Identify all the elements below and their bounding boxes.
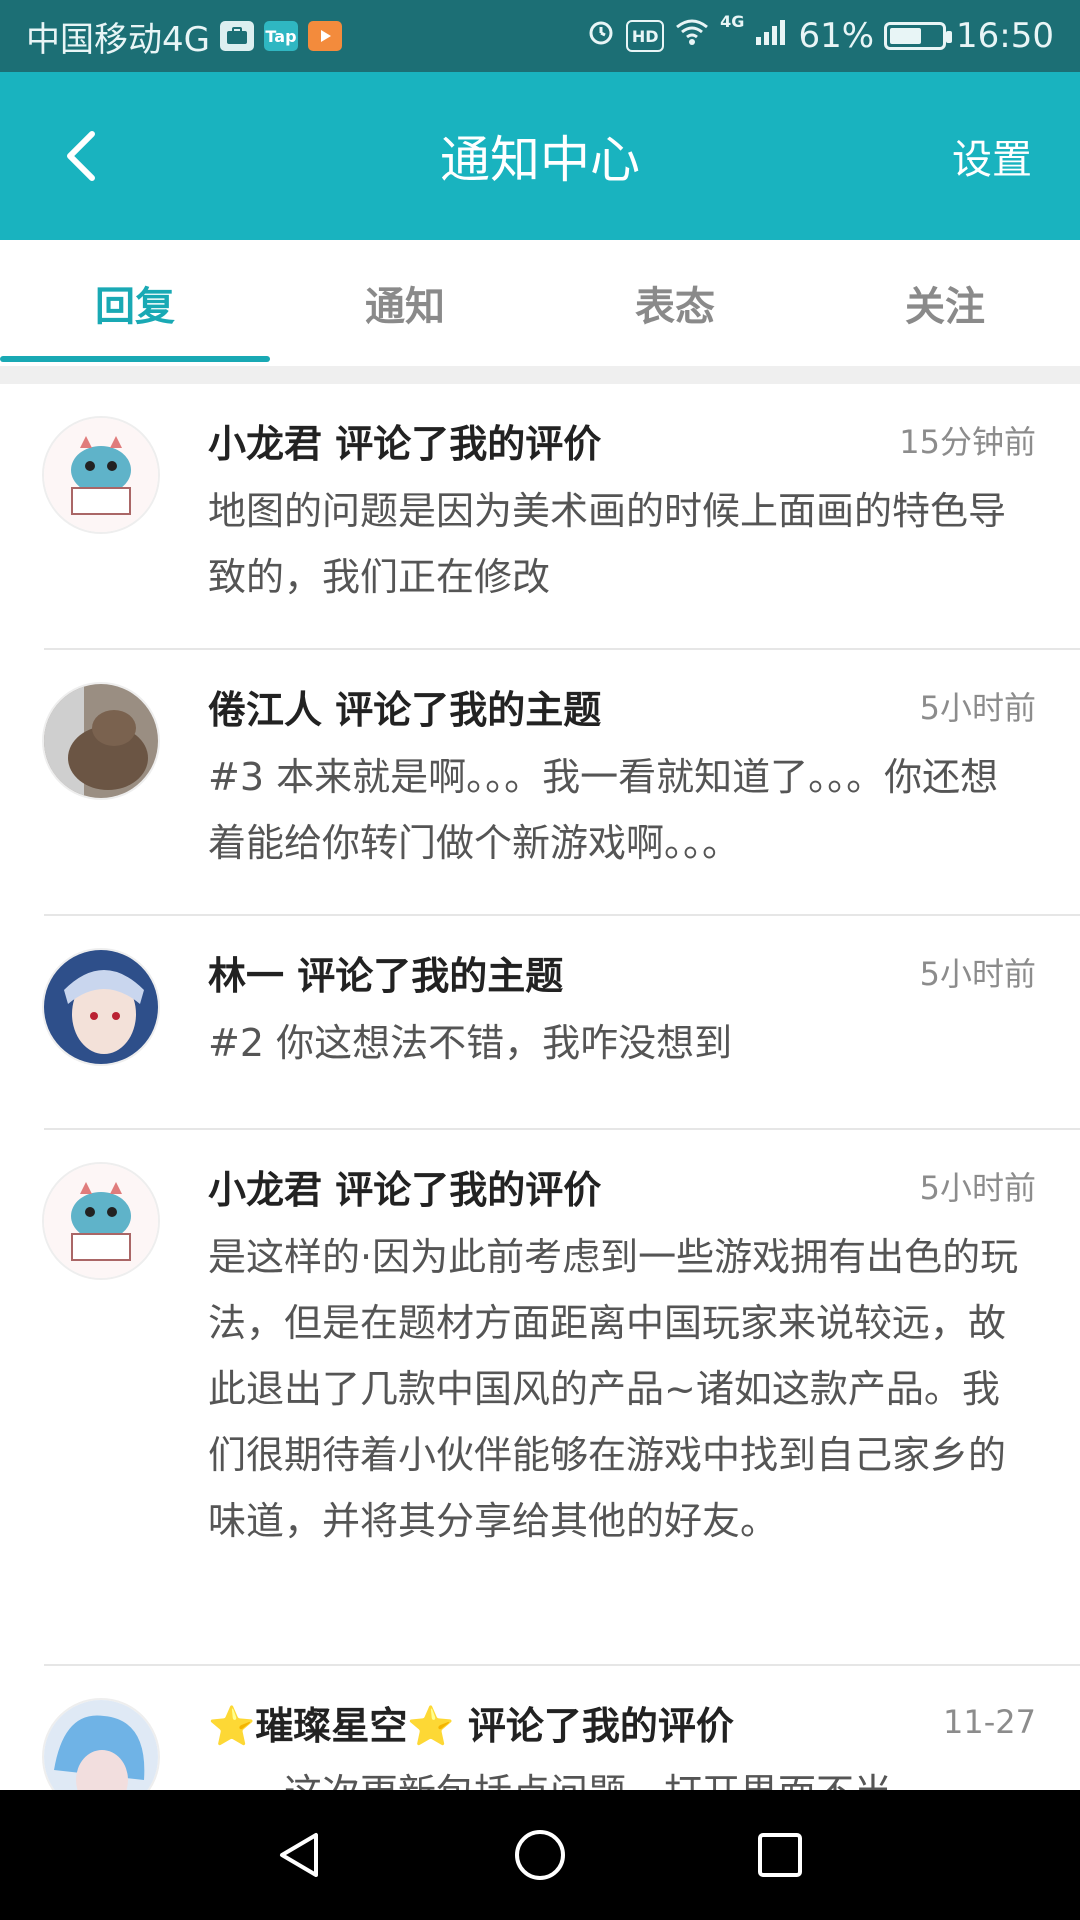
notification-list[interactable]: 小龙君 评论了我的评价 15分钟前 地图的问题是因为美术画的时候上面画的特色导致… bbox=[0, 384, 1080, 1790]
item-head: 倦江人 评论了我的主题 5小时前 bbox=[208, 676, 1036, 736]
dragon-avatar-icon bbox=[44, 1164, 158, 1278]
blue-hair-avatar-icon bbox=[44, 1700, 158, 1790]
tab-follow[interactable]: 关注 bbox=[810, 240, 1080, 366]
status-right: HD 4G 61% 16:50 bbox=[586, 0, 1054, 72]
wifi-icon bbox=[674, 16, 710, 56]
play-icon bbox=[307, 21, 342, 51]
item-content: 林一 评论了我的主题 5小时前 #2 你这想法不错，我咋没想到 bbox=[208, 942, 1036, 1076]
message-text: 是这样的·因为此前考虑到一些游戏拥有出色的玩法，但是在题材方面距离中国玩家来说较… bbox=[208, 1235, 1019, 1543]
list-item[interactable]: 小龙君 评论了我的评价 15分钟前 地图的问题是因为美术画的时候上面画的特色导致… bbox=[0, 384, 1080, 650]
cat-avatar-icon bbox=[44, 684, 158, 798]
back-button[interactable] bbox=[40, 116, 120, 196]
tab-label: 通知 bbox=[365, 284, 445, 330]
timestamp: 5小时前 bbox=[919, 955, 1036, 993]
avatar[interactable] bbox=[42, 416, 160, 534]
item-head: ⭐璀璨星空⭐ 评论了我的评价 11-27 bbox=[208, 1692, 1036, 1752]
page-title: 通知中心 bbox=[440, 131, 640, 189]
user-name[interactable]: 小龙君 bbox=[208, 422, 322, 466]
item-headline: 林一 评论了我的主题 bbox=[208, 945, 563, 1000]
system-nav-bar bbox=[0, 1790, 1080, 1920]
back-arrow-icon bbox=[67, 131, 95, 181]
user-name[interactable]: 倦江人 bbox=[208, 688, 322, 732]
tab-label: 关注 bbox=[905, 284, 985, 330]
battery-icon bbox=[884, 22, 953, 50]
list-item[interactable]: 倦江人 评论了我的主题 5小时前 #3 本来就是啊。。。我一看就知道了。。。你还… bbox=[0, 650, 1080, 916]
list-item[interactable]: ⭐璀璨星空⭐ 评论了我的评价 11-27 ……这次更新包括点问题，打开界面不当 bbox=[0, 1666, 1080, 1790]
timestamp: 5小时前 bbox=[919, 1169, 1036, 1207]
clock: 16:50 bbox=[956, 16, 1054, 56]
action-text: 评论了我的评价 bbox=[467, 1703, 734, 1748]
screen: 中国移动4G Tap HD 4G 61% 16:50 通知中心 设置 回复 通知… bbox=[0, 0, 1080, 1920]
list-item[interactable]: 小龙君 评论了我的评价 5小时前 是这样的·因为此前考虑到一些游戏拥有出色的玩法… bbox=[0, 1130, 1080, 1666]
signal-icon bbox=[754, 16, 788, 56]
tab-divider bbox=[0, 366, 1080, 384]
item-head: 小龙君 评论了我的评价 5小时前 bbox=[208, 1156, 1036, 1216]
hd-icon: HD bbox=[626, 20, 665, 52]
dragon-avatar-icon bbox=[44, 418, 158, 532]
nav-back-button[interactable] bbox=[255, 1810, 345, 1900]
user-name[interactable]: 林一 bbox=[208, 954, 284, 998]
message-text: #3 本来就是啊。。。我一看就知道了。。。你还想着能给你转门做个新游戏啊。。。 bbox=[208, 755, 999, 865]
tab-label: 表态 bbox=[635, 284, 715, 330]
user-name[interactable]: ⭐璀璨星空⭐ bbox=[208, 1704, 455, 1748]
message-text: #2 你这想法不错，我咋没想到 bbox=[208, 1021, 733, 1065]
item-headline: 倦江人 评论了我的主题 bbox=[208, 679, 601, 734]
action-text: 评论了我的主题 bbox=[335, 687, 602, 732]
user-name[interactable]: 小龙君 bbox=[208, 1168, 322, 1212]
nav-home-button[interactable] bbox=[495, 1810, 585, 1900]
item-content: 倦江人 评论了我的主题 5小时前 #3 本来就是啊。。。我一看就知道了。。。你还… bbox=[208, 676, 1036, 876]
message-text: ……这次更新包括点问题，打开界面不当 bbox=[208, 1760, 1036, 1790]
anime-avatar-icon bbox=[44, 950, 158, 1064]
tab-notice[interactable]: 通知 bbox=[270, 240, 540, 366]
avatar[interactable] bbox=[42, 1698, 160, 1790]
action-text: 评论了我的评价 bbox=[335, 421, 602, 466]
tab-label: 回复 bbox=[95, 284, 175, 330]
message-text: 地图的问题是因为美术画的时候上面画的特色导致的，我们正在修改 bbox=[208, 489, 1007, 599]
settings-button[interactable]: 设置 bbox=[952, 72, 1032, 240]
tab-reaction[interactable]: 表态 bbox=[540, 240, 810, 366]
status-bar: 中国移动4G Tap HD 4G 61% 16:50 bbox=[0, 0, 1080, 72]
item-content: 小龙君 评论了我的评价 5小时前 是这样的·因为此前考虑到一些游戏拥有出色的玩法… bbox=[208, 1156, 1036, 1554]
timestamp: 15分钟前 bbox=[899, 423, 1036, 461]
action-text: 评论了我的主题 bbox=[297, 953, 564, 998]
tab-reply[interactable]: 回复 bbox=[0, 240, 270, 366]
battery-percent: 61% bbox=[798, 16, 875, 56]
active-tab-indicator bbox=[0, 356, 270, 362]
network-type: 4G bbox=[720, 12, 745, 31]
item-headline: 小龙君 评论了我的评价 bbox=[208, 1159, 601, 1214]
square-recent-icon bbox=[758, 1833, 802, 1877]
tab-bar: 回复 通知 表态 关注 bbox=[0, 240, 1080, 366]
avatar[interactable] bbox=[42, 682, 160, 800]
app-bar: 通知中心 设置 bbox=[0, 72, 1080, 240]
carrier-text: 中国移动4G bbox=[26, 19, 210, 60]
triangle-back-icon bbox=[280, 1833, 318, 1877]
taptap-icon: Tap bbox=[263, 21, 298, 51]
status-left: 中国移动4G Tap bbox=[26, 0, 342, 72]
item-head: 林一 评论了我的主题 5小时前 bbox=[208, 942, 1036, 1002]
action-text: 评论了我的评价 bbox=[335, 1167, 602, 1212]
item-headline: 小龙君 评论了我的评价 bbox=[208, 413, 601, 468]
item-headline: ⭐璀璨星空⭐ 评论了我的评价 bbox=[208, 1695, 734, 1750]
item-content: ⭐璀璨星空⭐ 评论了我的评价 11-27 ……这次更新包括点问题，打开界面不当 bbox=[208, 1692, 1036, 1790]
avatar[interactable] bbox=[42, 1162, 160, 1280]
briefcase-icon bbox=[219, 21, 254, 51]
alarm-icon bbox=[586, 16, 616, 56]
item-head: 小龙君 评论了我的评价 15分钟前 bbox=[208, 410, 1036, 470]
nav-recent-button[interactable] bbox=[735, 1810, 825, 1900]
list-item[interactable]: 林一 评论了我的主题 5小时前 #2 你这想法不错，我咋没想到 bbox=[0, 916, 1080, 1130]
item-content: 小龙君 评论了我的评价 15分钟前 地图的问题是因为美术画的时候上面画的特色导致… bbox=[208, 410, 1036, 610]
circle-home-icon bbox=[515, 1830, 565, 1880]
timestamp: 5小时前 bbox=[919, 689, 1036, 727]
timestamp: 11-27 bbox=[943, 1703, 1036, 1741]
avatar[interactable] bbox=[42, 948, 160, 1066]
